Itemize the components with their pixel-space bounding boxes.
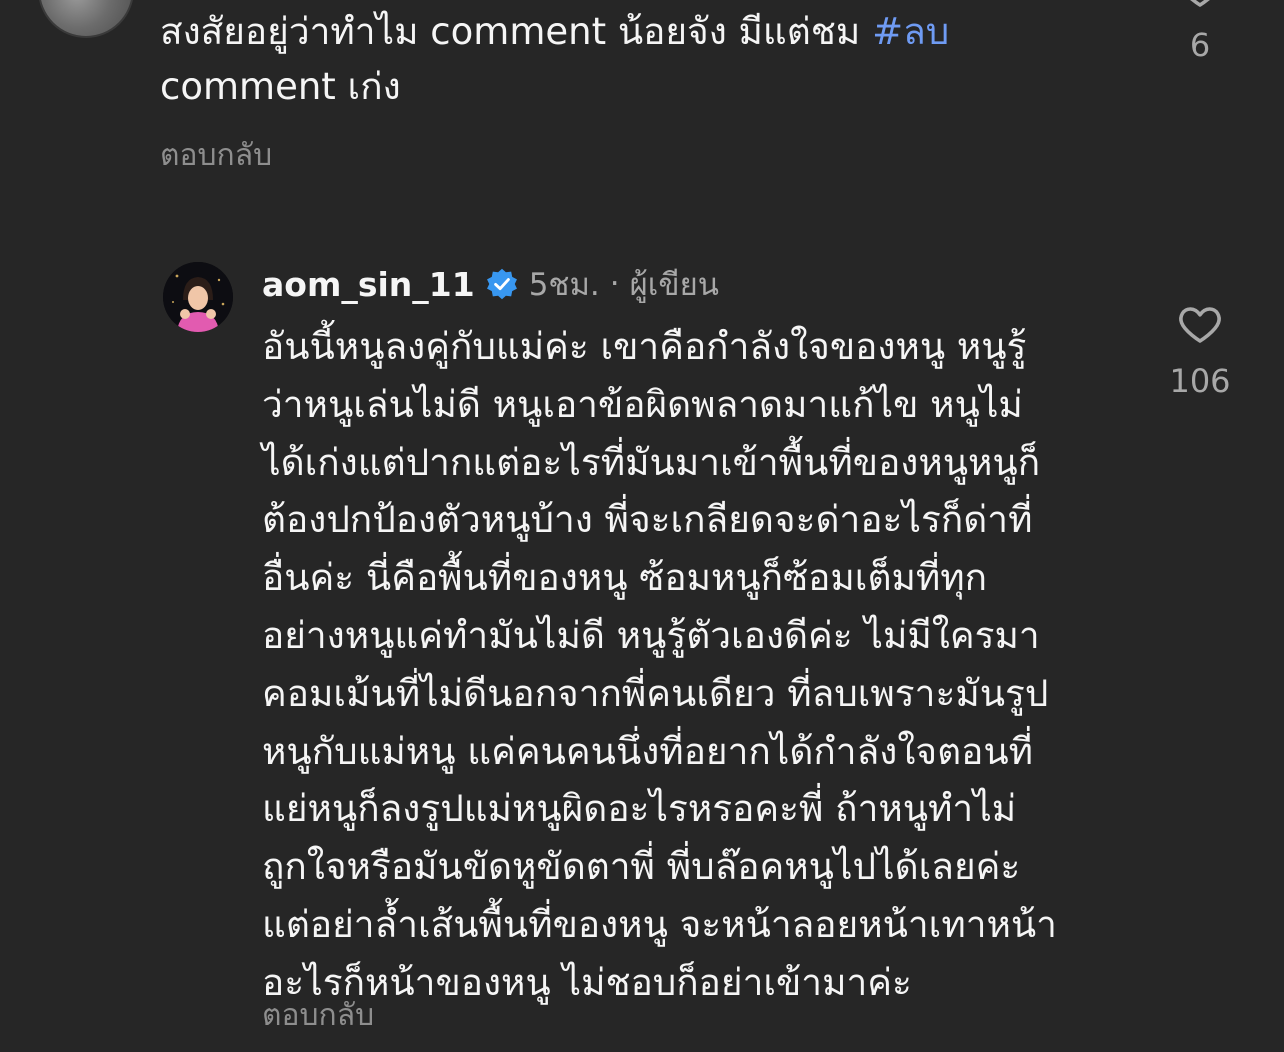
like-button[interactable] <box>1160 0 1240 12</box>
heart-outline-icon <box>1179 307 1221 343</box>
hashtag-link[interactable]: #ลบ <box>872 10 949 53</box>
verified-badge-icon <box>486 268 517 300</box>
like-count: 6 <box>1189 26 1211 64</box>
comment-text-end: comment เก่ง <box>160 65 401 108</box>
commenter-avatar[interactable] <box>38 0 134 38</box>
author-label: ผู้เขียน <box>629 267 719 303</box>
like-column-top: 6 <box>1160 0 1240 64</box>
comment-line: แย่หนูก็ลงรูปแม่หนูผิดอะไรหรอคะพี่ ถ้าหน… <box>262 787 1017 831</box>
comment-time: 5ชม. <box>528 267 600 303</box>
comment-line: คอมเม้นที่ไม่ดีนอกจากพี่คนเดียว ที่ลบเพร… <box>262 671 1049 715</box>
comment-text-body: สงสัยอยู่ว่าทำไม comment น้อยจัง มีแต่ชม <box>160 10 873 53</box>
reply-button[interactable]: ตอบกลับ <box>160 132 272 179</box>
comment-body: อันนี้หนูลงคู่กับแม่ค่ะ เขาคือกำลังใจของ… <box>262 318 1162 1012</box>
like-column-main: 106 <box>1160 300 1240 400</box>
comment-text: สงสัยอยู่ว่าทำไม comment น้อยจัง มีแต่ชม… <box>160 4 1080 114</box>
reply-button[interactable]: ตอบกลับ <box>262 992 374 1039</box>
comment-line: ต้องปกป้องตัวหนูบ้าง พี่จะเกลียดจะด่าอะไ… <box>262 498 1033 542</box>
comment-line: หนูกับแม่หนู แค่คนคนนึ่งที่อยากได้กำลังใ… <box>262 729 1034 773</box>
comment-line: อื่นค่ะ นี่คือพื้นที่ของหนู ซ้อมหนูก็ซ้อ… <box>262 556 988 600</box>
comment-line: ว่าหนูเล่นไม่ดี หนูเอาข้อผิดพลาดมาแก้ไข … <box>262 382 1023 426</box>
like-count: 106 <box>1169 362 1231 400</box>
comment-header: aom_sin_11 5ชม. · ผู้เขียน <box>262 262 719 306</box>
author-avatar[interactable] <box>163 262 233 332</box>
comment-line: อย่างหนูแค่ทำมันไม่ดี หนูรู้ตัวเองดีค่ะ … <box>262 613 1040 657</box>
meta-separator: · <box>609 266 620 302</box>
comment-line: อันนี้หนูลงคู่กับแม่ค่ะ เขาคือกำลังใจของ… <box>262 325 1027 368</box>
comment-line: ถูกใจหรือมันขัดหูขัดตาพี่ พี่บล๊อคหนูไปไ… <box>262 845 1021 889</box>
heart-outline-icon <box>1190 0 1210 7</box>
comment-line: ได้เก่งแต่ปากแต่อะไรที่มันมาเข้าพื้นที่ข… <box>262 440 1041 484</box>
comment-line: แต่อย่าล้ำเส้นพื้นที่ของหนู จะหน้าลอยหน้… <box>262 902 1057 946</box>
like-button[interactable] <box>1160 300 1240 348</box>
username[interactable]: aom_sin_11 <box>262 265 475 304</box>
comment-line: อะไรก็หน้าของหนู ไม่ชอบก็อย่าเข้ามาค่ะ <box>262 960 912 1004</box>
